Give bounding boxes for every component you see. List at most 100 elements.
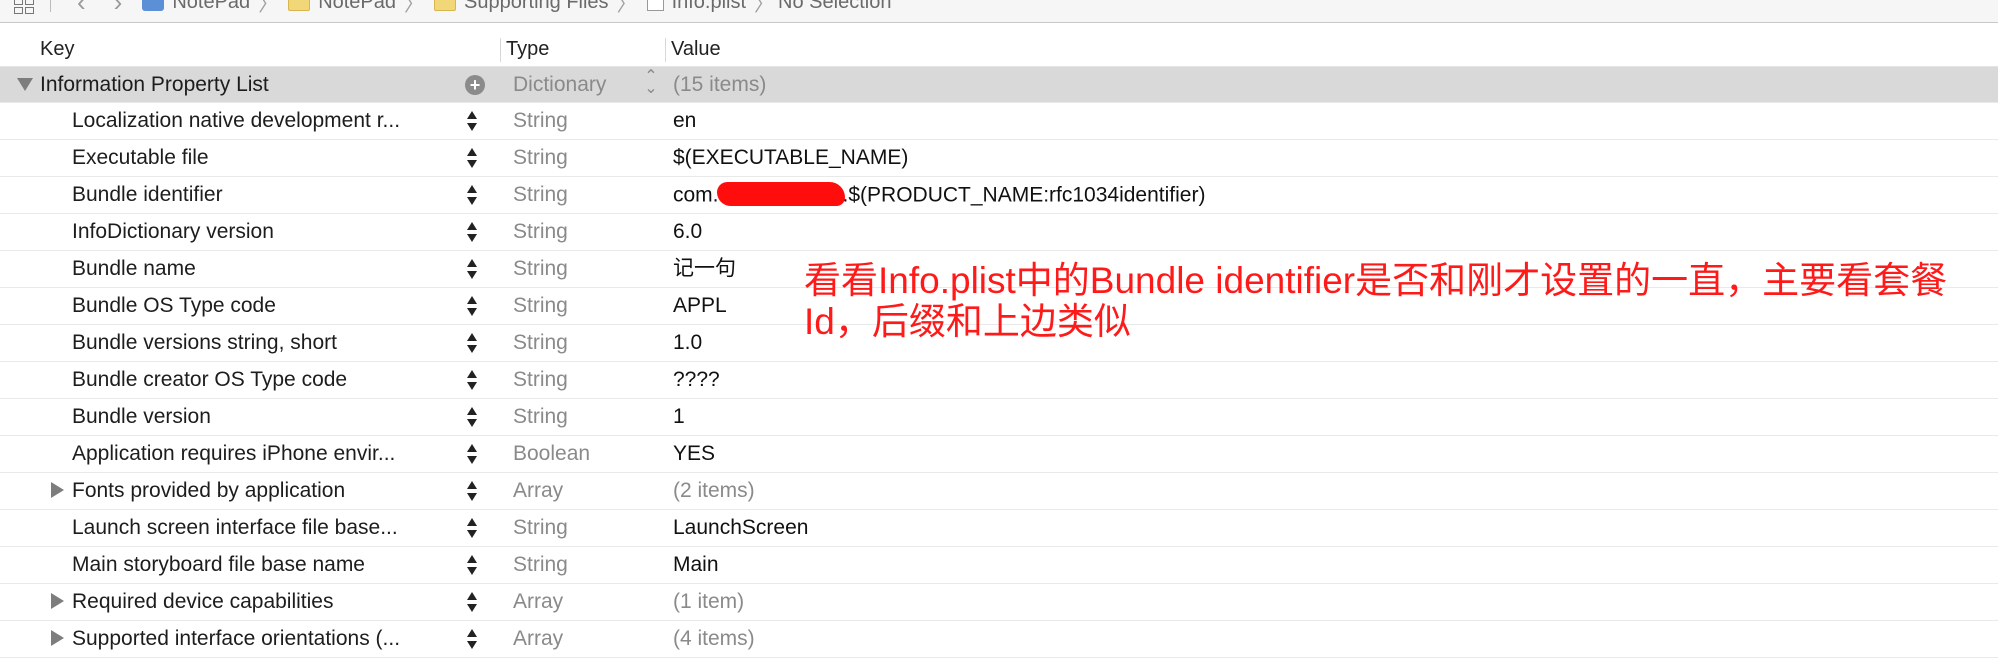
row-value[interactable]: APPL <box>673 295 727 317</box>
row-key[interactable]: Bundle OS Type code <box>72 295 458 317</box>
row-key[interactable]: Supported interface orientations (... <box>72 628 458 650</box>
row-type[interactable]: String <box>513 295 568 317</box>
column-divider[interactable] <box>500 38 501 62</box>
row-value[interactable]: com. .$(PRODUCT_NAME:rfc1034identifier) <box>673 182 1206 208</box>
table-row[interactable]: InfoDictionary version String 6.0 <box>0 214 1998 251</box>
row-type[interactable]: Array <box>513 591 563 613</box>
table-row[interactable]: Bundle identifier String com. .$(PRODUCT_… <box>0 177 1998 214</box>
sort-stepper-icon[interactable] <box>466 220 478 244</box>
table-row[interactable]: Fonts provided by application Array (2 i… <box>0 473 1998 510</box>
row-type[interactable]: String <box>513 369 568 391</box>
row-value[interactable]: YES <box>673 443 715 465</box>
sort-stepper-icon[interactable] <box>466 516 478 540</box>
row-value: (4 items) <box>673 627 755 650</box>
row-type[interactable]: String <box>513 406 568 428</box>
sort-stepper-icon[interactable] <box>466 183 478 207</box>
row-key[interactable]: Localization native development r... <box>72 110 458 132</box>
sort-stepper-icon[interactable] <box>466 590 478 614</box>
row-key[interactable]: Launch screen interface file base... <box>72 517 458 539</box>
add-item-icon[interactable]: + <box>465 75 485 95</box>
breadcrumb-chevron-icon: 〉 <box>754 0 775 16</box>
row-value[interactable]: LaunchScreen <box>673 517 808 539</box>
row-type[interactable]: String <box>513 332 568 354</box>
row-value[interactable]: 1 <box>673 406 685 428</box>
row-key[interactable]: Bundle versions string, short <box>72 332 458 354</box>
back-icon[interactable]: ‹ <box>77 0 86 18</box>
folder-icon <box>434 0 457 11</box>
table-row[interactable]: Application requires iPhone envir... Boo… <box>0 436 1998 473</box>
table-row[interactable]: Localization native development r... Str… <box>0 103 1998 140</box>
row-value[interactable]: 1.0 <box>673 332 702 354</box>
disclosure-collapsed-icon[interactable] <box>51 630 64 646</box>
row-value: (2 items) <box>673 479 755 502</box>
column-header-key[interactable]: Key <box>40 38 74 61</box>
sort-stepper-icon[interactable] <box>466 405 478 429</box>
redaction-scribble <box>716 182 845 206</box>
table-row[interactable]: Supported interface orientations (... Ar… <box>0 621 1998 658</box>
table-row[interactable]: Main storyboard file base name String Ma… <box>0 547 1998 584</box>
sort-stepper-icon[interactable] <box>466 442 478 466</box>
row-type[interactable]: String <box>513 517 568 539</box>
sort-stepper-icon[interactable] <box>466 479 478 503</box>
row-type[interactable]: String <box>513 554 568 576</box>
disclosure-collapsed-icon[interactable] <box>51 482 64 498</box>
row-key[interactable]: Main storyboard file base name <box>72 554 458 576</box>
row-value[interactable]: $(EXECUTABLE_NAME) <box>673 147 908 169</box>
row-key[interactable]: Required device capabilities <box>72 591 458 613</box>
row-key[interactable]: InfoDictionary version <box>72 221 458 243</box>
sort-stepper-icon[interactable] <box>466 294 478 318</box>
row-key[interactable]: Executable file <box>72 147 458 169</box>
sort-stepper-icon[interactable] <box>466 368 478 392</box>
sort-stepper-icon[interactable] <box>466 109 478 133</box>
breadcrumb-file[interactable]: Info.plist <box>672 0 746 14</box>
column-divider[interactable] <box>665 38 666 62</box>
row-type[interactable]: String <box>513 258 568 280</box>
sort-stepper-icon[interactable] <box>466 257 478 281</box>
row-value[interactable]: 记一句 <box>673 258 736 280</box>
sort-stepper-icon[interactable] <box>466 146 478 170</box>
related-items-icon[interactable] <box>14 0 40 14</box>
value-suffix: .$(PRODUCT_NAME:rfc1034identifier) <box>842 183 1206 207</box>
table-row[interactable]: Executable file String $(EXECUTABLE_NAME… <box>0 140 1998 177</box>
table-row-root[interactable]: Information Property List + Dictionary ⌃… <box>0 67 1998 103</box>
row-value[interactable]: ???? <box>673 369 720 391</box>
breadcrumb-folder[interactable]: Supporting Files <box>464 0 609 14</box>
row-value[interactable]: Main <box>673 554 719 576</box>
row-key[interactable]: Fonts provided by application <box>72 480 458 502</box>
row-type[interactable]: Array <box>513 480 563 502</box>
disclosure-expanded-icon[interactable] <box>17 78 33 91</box>
row-type[interactable]: String <box>513 147 568 169</box>
row-key[interactable]: Bundle creator OS Type code <box>72 369 458 391</box>
row-value[interactable]: en <box>673 110 696 132</box>
disclosure-collapsed-icon[interactable] <box>51 593 64 609</box>
row-type[interactable]: String <box>513 221 568 243</box>
table-row[interactable]: Bundle creator OS Type code String ???? <box>0 362 1998 399</box>
row-type[interactable]: Array <box>513 628 563 650</box>
table-row[interactable]: Launch screen interface file base... Str… <box>0 510 1998 547</box>
row-value[interactable]: 6.0 <box>673 221 702 243</box>
type-popup-chevrons-icon[interactable]: ⌃ ⌄ <box>644 69 658 97</box>
breadcrumb-selection[interactable]: No Selection <box>778 0 891 14</box>
sort-stepper-icon[interactable] <box>466 627 478 651</box>
sort-stepper-icon[interactable] <box>466 331 478 355</box>
forward-icon[interactable]: › <box>114 0 123 18</box>
row-key[interactable]: Bundle identifier <box>72 184 458 206</box>
sort-stepper-icon[interactable] <box>466 553 478 577</box>
row-key[interactable]: Bundle name <box>72 258 458 280</box>
folder-icon <box>288 0 311 11</box>
table-row[interactable]: Required device capabilities Array (1 it… <box>0 584 1998 621</box>
column-header-type[interactable]: Type <box>506 38 549 61</box>
row-type[interactable]: String <box>513 110 568 132</box>
breadcrumb-group[interactable]: NotePad <box>318 0 396 14</box>
plist-file-icon <box>646 0 664 11</box>
row-key[interactable]: Application requires iPhone envir... <box>72 443 458 465</box>
breadcrumb-project[interactable]: NotePad <box>172 0 250 14</box>
breadcrumb-chevron-icon: 〉 <box>258 0 279 16</box>
table-row[interactable]: Bundle version String 1 <box>0 399 1998 436</box>
divider <box>50 0 51 12</box>
row-key[interactable]: Bundle version <box>72 406 458 428</box>
column-header-value[interactable]: Value <box>671 38 721 61</box>
row-type[interactable]: Dictionary <box>513 74 606 96</box>
row-type[interactable]: String <box>513 184 568 206</box>
row-type[interactable]: Boolean <box>513 443 590 465</box>
